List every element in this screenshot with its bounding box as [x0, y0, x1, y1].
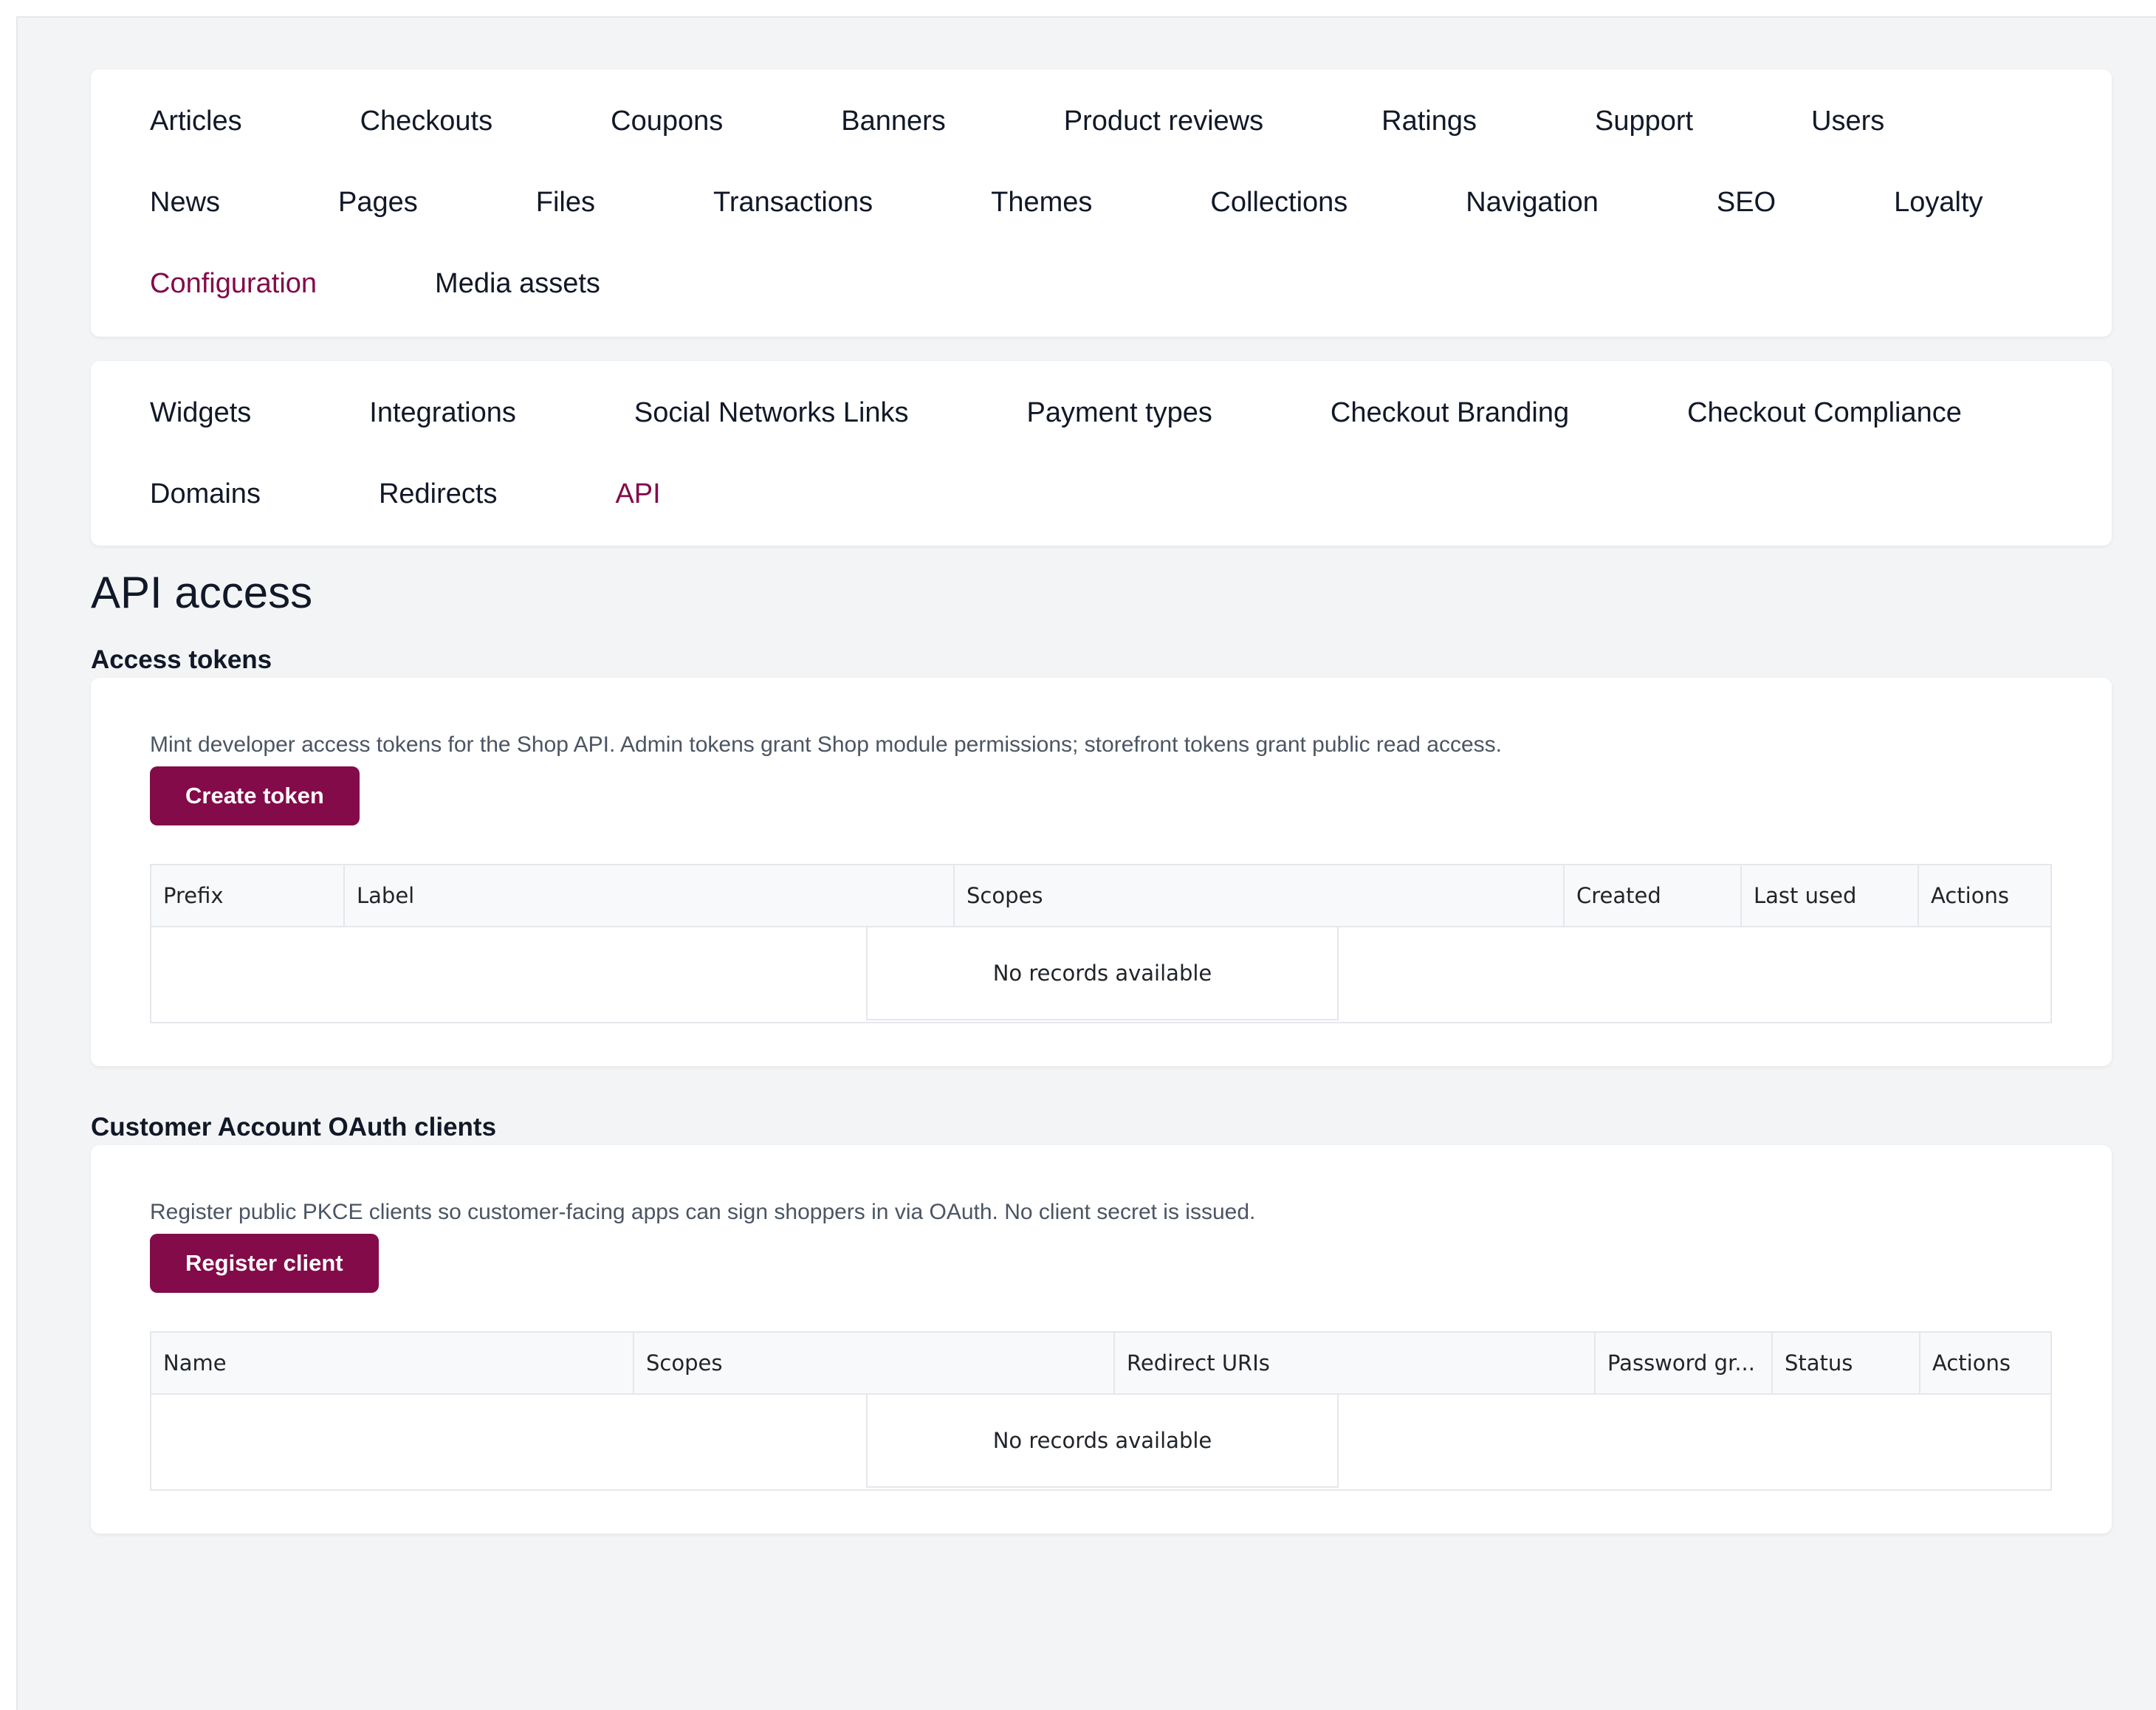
register-client-button[interactable]: Register client — [150, 1234, 379, 1293]
oauth-clients-grid-header: Name Scopes Redirect URIs Password gr...… — [151, 1333, 2050, 1395]
subnav-item-payment-types[interactable]: Payment types — [1027, 397, 1212, 429]
nav-item-files[interactable]: Files — [536, 187, 595, 219]
subnav-item-checkout-branding[interactable]: Checkout Branding — [1331, 397, 1569, 429]
secondary-nav-row-2: Domains Redirects API — [150, 472, 779, 516]
column-header-label[interactable]: Label — [345, 865, 955, 926]
oauth-clients-card: Register public PKCE clients so customer… — [91, 1145, 2112, 1534]
access-tokens-grid-body: No records available — [151, 927, 2050, 1022]
primary-nav-row-2: News Pages Files Transactions Themes Col… — [150, 180, 2101, 224]
access-tokens-heading: Access tokens — [91, 645, 272, 674]
secondary-nav-row-1: Widgets Integrations Social Networks Lin… — [150, 391, 2080, 435]
nav-item-media-assets[interactable]: Media assets — [435, 268, 600, 300]
subnav-item-checkout-compliance[interactable]: Checkout Compliance — [1687, 397, 1962, 429]
oauth-clients-grid: Name Scopes Redirect URIs Password gr...… — [150, 1331, 2052, 1491]
nav-item-news[interactable]: News — [150, 187, 220, 219]
column-header-scopes[interactable]: Scopes — [955, 865, 1565, 926]
primary-nav-row-3: Configuration Media assets — [150, 261, 718, 306]
nav-item-seo[interactable]: SEO — [1717, 187, 1776, 219]
nav-item-checkouts[interactable]: Checkouts — [360, 106, 493, 137]
subnav-item-widgets[interactable]: Widgets — [150, 397, 251, 429]
primary-nav-card: Articles Checkouts Coupons Banners Produ… — [91, 69, 2112, 337]
nav-item-pages[interactable]: Pages — [338, 187, 418, 219]
top-bar — [0, 0, 2156, 18]
secondary-nav-card: Widgets Integrations Social Networks Lin… — [91, 361, 2112, 546]
column-header-status[interactable]: Status — [1773, 1333, 1920, 1393]
column-header-password-grant[interactable]: Password gr... — [1596, 1333, 1773, 1393]
column-header-actions[interactable]: Actions — [1920, 1333, 2050, 1393]
nav-item-configuration[interactable]: Configuration — [150, 268, 317, 300]
nav-item-support[interactable]: Support — [1595, 106, 1693, 137]
oauth-clients-grid-body: No records available — [151, 1395, 2050, 1489]
nav-item-banners[interactable]: Banners — [841, 106, 946, 137]
nav-item-product-reviews[interactable]: Product reviews — [1064, 106, 1263, 137]
no-records-message: No records available — [866, 927, 1339, 1020]
oauth-clients-heading: Customer Account OAuth clients — [91, 1113, 497, 1141]
access-tokens-grid: Prefix Label Scopes Created Last used Ac… — [150, 864, 2052, 1023]
nav-item-transactions[interactable]: Transactions — [713, 187, 873, 219]
access-tokens-description: Mint developer access tokens for the Sho… — [150, 732, 1502, 757]
subnav-item-integrations[interactable]: Integrations — [369, 397, 516, 429]
subnav-item-redirects[interactable]: Redirects — [379, 478, 498, 510]
nav-item-users[interactable]: Users — [1811, 106, 1884, 137]
nav-item-themes[interactable]: Themes — [991, 187, 1092, 219]
column-header-prefix[interactable]: Prefix — [151, 865, 345, 926]
column-header-name[interactable]: Name — [151, 1333, 634, 1393]
nav-item-ratings[interactable]: Ratings — [1381, 106, 1477, 137]
subnav-item-social-networks-links[interactable]: Social Networks Links — [634, 397, 909, 429]
column-header-actions[interactable]: Actions — [1919, 865, 2050, 926]
left-sidebar-rail — [0, 16, 18, 1710]
nav-item-coupons[interactable]: Coupons — [611, 106, 723, 137]
primary-nav-row-1: Articles Checkouts Coupons Banners Produ… — [150, 99, 2002, 143]
create-token-button[interactable]: Create token — [150, 766, 360, 825]
oauth-clients-description: Register public PKCE clients so customer… — [150, 1200, 1256, 1224]
access-tokens-card: Mint developer access tokens for the Sho… — [91, 678, 2112, 1066]
no-records-message: No records available — [866, 1395, 1339, 1488]
column-header-created[interactable]: Created — [1565, 865, 1742, 926]
subnav-item-api[interactable]: API — [615, 478, 660, 510]
column-header-scopes[interactable]: Scopes — [634, 1333, 1115, 1393]
nav-item-navigation[interactable]: Navigation — [1466, 187, 1599, 219]
page-title: API access — [91, 568, 313, 617]
nav-item-loyalty[interactable]: Loyalty — [1894, 187, 1982, 219]
column-header-last-used[interactable]: Last used — [1742, 865, 1919, 926]
nav-item-collections[interactable]: Collections — [1210, 187, 1348, 219]
subnav-item-domains[interactable]: Domains — [150, 478, 261, 510]
access-tokens-grid-header: Prefix Label Scopes Created Last used Ac… — [151, 865, 2050, 927]
nav-item-articles[interactable]: Articles — [150, 106, 242, 137]
column-header-redirect-uris[interactable]: Redirect URIs — [1115, 1333, 1596, 1393]
